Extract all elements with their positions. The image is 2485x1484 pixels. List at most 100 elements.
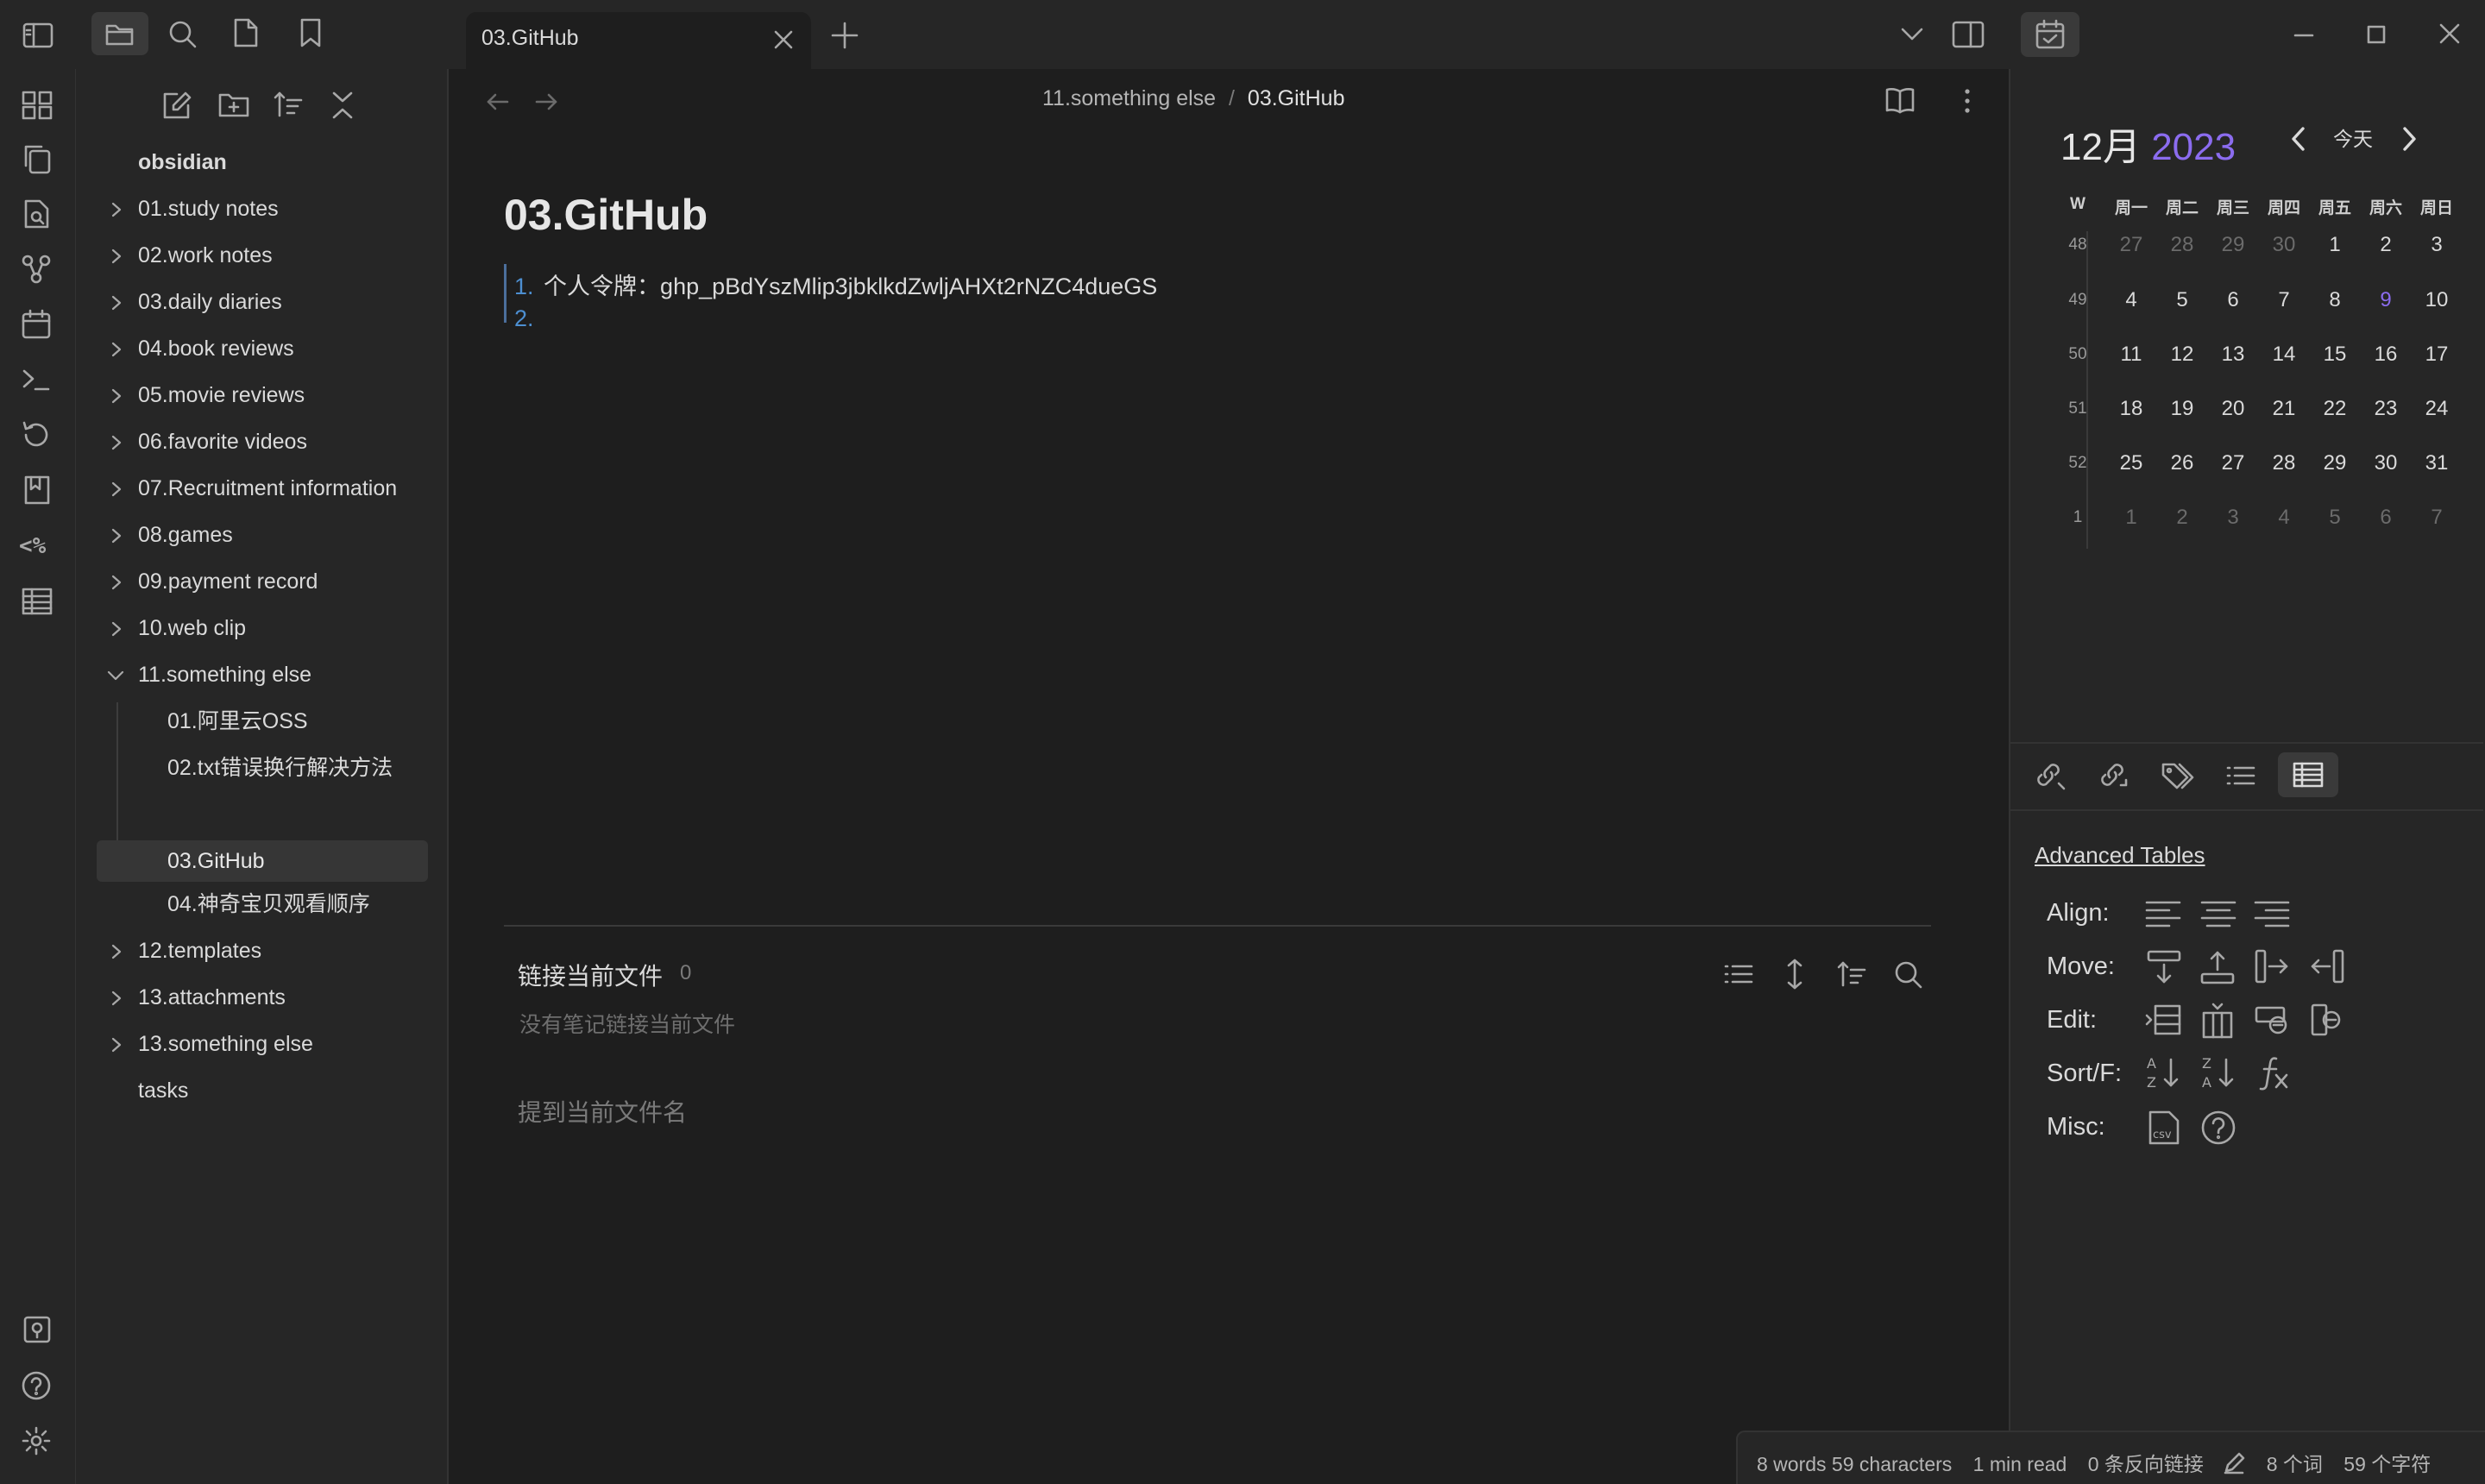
expand-icon[interactable] bbox=[1784, 958, 1805, 990]
insert-row-icon[interactable] bbox=[2145, 1003, 2181, 1037]
folder-item[interactable]: 13.something else bbox=[76, 1023, 447, 1065]
calendar-day[interactable]: 25 bbox=[2106, 451, 2156, 475]
pencil-icon[interactable] bbox=[2223, 1452, 2245, 1475]
backlinks-icon[interactable] bbox=[2033, 759, 2066, 792]
template-icon[interactable]: <% bbox=[19, 533, 46, 559]
unlinked-mentions-title[interactable]: 提到当前文件名 bbox=[518, 1094, 687, 1129]
move-row-down-icon[interactable] bbox=[2147, 949, 2181, 985]
right-sidebar-toggle-icon[interactable] bbox=[1952, 21, 1985, 48]
graph-icon[interactable] bbox=[21, 254, 52, 285]
folder-item[interactable]: 12.templates bbox=[76, 930, 447, 972]
sort-icon[interactable] bbox=[273, 90, 304, 119]
history-icon[interactable] bbox=[21, 419, 52, 450]
list-item[interactable]: 2. bbox=[514, 305, 534, 332]
folder-item[interactable]: 05.movie reviews bbox=[76, 374, 447, 416]
export-csv-icon[interactable]: csv bbox=[2147, 1110, 2181, 1146]
calendar-day[interactable]: 28 bbox=[2157, 233, 2207, 257]
help-icon[interactable] bbox=[21, 1370, 52, 1401]
insert-column-icon[interactable] bbox=[2200, 1003, 2235, 1039]
calendar-day[interactable]: 4 bbox=[2106, 288, 2156, 312]
align-center-icon[interactable] bbox=[2200, 899, 2236, 930]
calendar-day[interactable]: 16 bbox=[2361, 343, 2411, 367]
calendar-day[interactable]: 7 bbox=[2259, 288, 2309, 312]
new-folder-icon[interactable] bbox=[217, 90, 250, 119]
collapse-all-icon[interactable] bbox=[330, 90, 355, 121]
help-icon[interactable] bbox=[2200, 1110, 2236, 1146]
outline-icon[interactable] bbox=[2226, 763, 2257, 789]
window-close-icon[interactable] bbox=[2438, 22, 2461, 45]
tab-active[interactable]: 03.GitHub bbox=[466, 12, 811, 69]
bookmark-icon[interactable] bbox=[299, 17, 323, 48]
calendar-day[interactable]: 3 bbox=[2412, 233, 2462, 257]
delete-column-icon[interactable] bbox=[2309, 1003, 2345, 1037]
file-icon[interactable] bbox=[233, 17, 259, 48]
delete-row-icon[interactable] bbox=[2254, 1003, 2290, 1037]
file-item[interactable]: 01.阿里云OSS bbox=[76, 701, 447, 742]
folder-item[interactable]: 04.book reviews bbox=[76, 328, 447, 369]
calendar-day[interactable]: 11 bbox=[2106, 343, 2156, 367]
folder-item[interactable]: 09.payment record bbox=[76, 561, 447, 602]
calendar-day[interactable]: 3 bbox=[2208, 506, 2258, 530]
formula-icon[interactable] bbox=[2259, 1054, 2290, 1092]
file-item[interactable]: 04.神奇宝贝观看顺序 bbox=[76, 883, 447, 925]
calendar-day[interactable]: 24 bbox=[2412, 397, 2462, 421]
file-item[interactable]: tasks bbox=[76, 1070, 447, 1111]
folder-item[interactable]: 02.work notes bbox=[76, 235, 447, 276]
calendar-day[interactable]: 22 bbox=[2310, 397, 2360, 421]
calendar-day[interactable]: 31 bbox=[2412, 451, 2462, 475]
calendar-day[interactable]: 6 bbox=[2208, 288, 2258, 312]
calendar-day[interactable]: 21 bbox=[2259, 397, 2309, 421]
calendar-day[interactable]: 4 bbox=[2259, 506, 2309, 530]
tags-icon[interactable] bbox=[2161, 761, 2195, 790]
calendar-day[interactable]: 14 bbox=[2259, 343, 2309, 367]
breadcrumb-file[interactable]: 03.GitHub bbox=[1248, 86, 1345, 110]
new-note-icon[interactable] bbox=[162, 90, 193, 121]
calendar-day[interactable]: 26 bbox=[2157, 451, 2207, 475]
calendar-day[interactable]: 19 bbox=[2157, 397, 2207, 421]
search-icon[interactable] bbox=[167, 19, 198, 50]
backlinks-title[interactable]: 链接当前文件 bbox=[518, 958, 663, 992]
search-icon[interactable] bbox=[1893, 959, 1924, 990]
calendar-day[interactable]: 15 bbox=[2310, 343, 2360, 367]
calendar-day[interactable]: 5 bbox=[2310, 506, 2360, 530]
calendar-day[interactable]: 8 bbox=[2310, 288, 2360, 312]
calendar-day[interactable]: 23 bbox=[2361, 397, 2411, 421]
advanced-tables-title[interactable]: Advanced Tables bbox=[2035, 842, 2205, 869]
copy-icon[interactable] bbox=[22, 143, 52, 174]
chevron-down-icon[interactable] bbox=[1900, 26, 1924, 43]
move-column-left-icon[interactable] bbox=[2309, 949, 2345, 984]
list-item[interactable]: 1. 个人令牌：ghp_pBdYszMlip3jbklkdZwljAHXt2rN… bbox=[514, 267, 1157, 301]
calendar-day[interactable]: 10 bbox=[2412, 288, 2462, 312]
calendar-day[interactable]: 28 bbox=[2259, 451, 2309, 475]
file-item-active[interactable]: 03.GitHub bbox=[97, 840, 428, 882]
calendar-day[interactable]: 18 bbox=[2106, 397, 2156, 421]
file-search-icon[interactable] bbox=[22, 198, 52, 230]
table-icon[interactable] bbox=[21, 587, 53, 616]
folder-item[interactable]: 03.daily diaries bbox=[76, 281, 447, 323]
more-options-icon[interactable] bbox=[1962, 86, 1972, 116]
dashboard-icon[interactable] bbox=[21, 90, 53, 121]
folder-item[interactable]: 01.study notes bbox=[76, 188, 447, 230]
today-button[interactable]: 今天 bbox=[2333, 123, 2373, 152]
calendar-day[interactable]: 29 bbox=[2208, 233, 2258, 257]
move-row-up-icon[interactable] bbox=[2200, 949, 2235, 985]
align-right-icon[interactable] bbox=[2254, 899, 2290, 930]
settings-icon[interactable] bbox=[21, 1425, 52, 1456]
close-icon[interactable] bbox=[771, 28, 796, 52]
reading-view-icon[interactable] bbox=[1884, 86, 1916, 114]
terminal-icon[interactable] bbox=[21, 366, 52, 393]
book-icon[interactable] bbox=[22, 475, 52, 506]
new-tab-icon[interactable] bbox=[830, 21, 859, 50]
sidebar-toggle-icon[interactable] bbox=[22, 22, 53, 48]
minimize-icon[interactable] bbox=[2293, 33, 2314, 38]
calendar-day[interactable]: 17 bbox=[2412, 343, 2462, 367]
sort-descending-icon[interactable]: ZA bbox=[2200, 1054, 2238, 1092]
file-item[interactable]: 02.txt错误换行解决方法 bbox=[76, 747, 447, 789]
calendar-day[interactable]: 20 bbox=[2208, 397, 2258, 421]
status-backlinks[interactable]: 0 条反向链接 bbox=[2088, 1453, 2204, 1475]
files-tab-button[interactable] bbox=[91, 12, 148, 55]
calendar-day[interactable]: 27 bbox=[2208, 451, 2258, 475]
calendar-day[interactable]: 13 bbox=[2208, 343, 2258, 367]
folder-item[interactable]: 08.games bbox=[76, 514, 447, 556]
status-word-count[interactable]: 8 words 59 characters bbox=[1757, 1453, 1952, 1475]
